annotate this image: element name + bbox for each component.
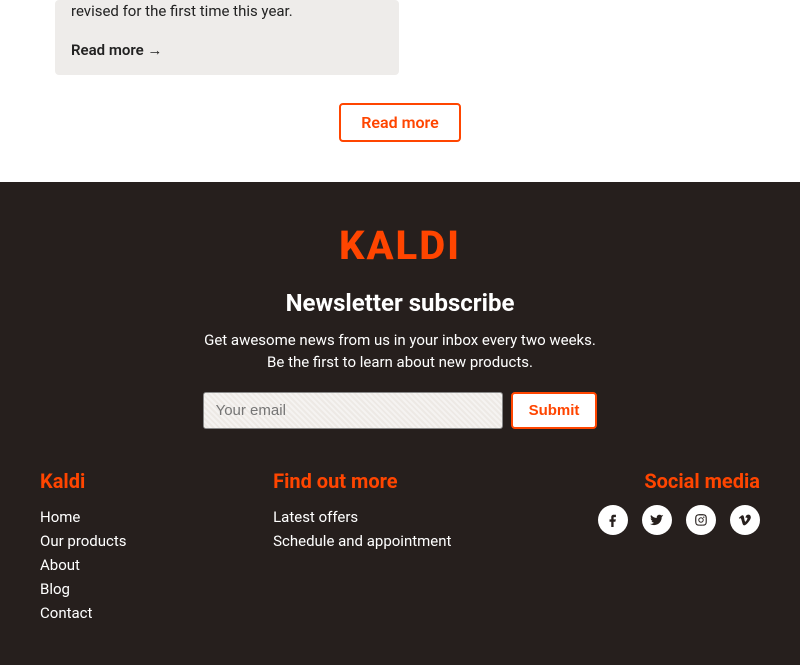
footer-col-findout: Find out more Latest offers Schedule and… — [273, 469, 451, 625]
vimeo-icon[interactable] — [730, 505, 760, 535]
read-more-link[interactable]: Read more → — [71, 41, 162, 59]
newsletter: Newsletter subscribe Get awesome news fr… — [200, 289, 600, 429]
footer: KALDI Newsletter subscribe Get awesome n… — [0, 182, 800, 665]
footer-col-title: Kaldi — [40, 469, 127, 493]
article-excerpt: revised for the first time this year. — [71, 0, 383, 23]
nav-offers[interactable]: Latest offers — [273, 505, 451, 529]
footer-col-list: Latest offers Schedule and appointment — [273, 505, 451, 553]
instagram-icon[interactable] — [686, 505, 716, 535]
nav-schedule[interactable]: Schedule and appointment — [273, 529, 451, 553]
nav-products[interactable]: Our products — [40, 529, 127, 553]
submit-button[interactable]: Submit — [511, 392, 598, 429]
nav-home[interactable]: Home — [40, 505, 127, 529]
footer-col-title: Find out more — [273, 469, 451, 493]
twitter-icon[interactable] — [642, 505, 672, 535]
footer-col-social: Social media — [598, 469, 760, 625]
email-input[interactable] — [203, 392, 503, 429]
social-icons — [598, 505, 760, 535]
read-more-button[interactable]: Read more — [339, 103, 461, 142]
social-title: Social media — [598, 469, 760, 493]
newsletter-title: Newsletter subscribe — [200, 289, 600, 317]
nav-blog[interactable]: Blog — [40, 577, 127, 601]
nav-about[interactable]: About — [40, 553, 127, 577]
footer-col-kaldi: Kaldi Home Our products About Blog Conta… — [40, 469, 127, 625]
footer-col-list: Home Our products About Blog Contact — [40, 505, 127, 625]
article-card: revised for the first time this year. Re… — [55, 0, 399, 75]
article-section: revised for the first time this year. Re… — [0, 0, 800, 182]
nav-contact[interactable]: Contact — [40, 601, 127, 625]
facebook-icon[interactable] — [598, 505, 628, 535]
brand-logo: KALDI — [40, 222, 760, 269]
footer-columns: Kaldi Home Our products About Blog Conta… — [40, 469, 760, 625]
newsletter-description: Get awesome news from us in your inbox e… — [200, 329, 600, 374]
read-more-button-wrap: Read more — [40, 103, 760, 142]
newsletter-form: Submit — [200, 392, 600, 429]
